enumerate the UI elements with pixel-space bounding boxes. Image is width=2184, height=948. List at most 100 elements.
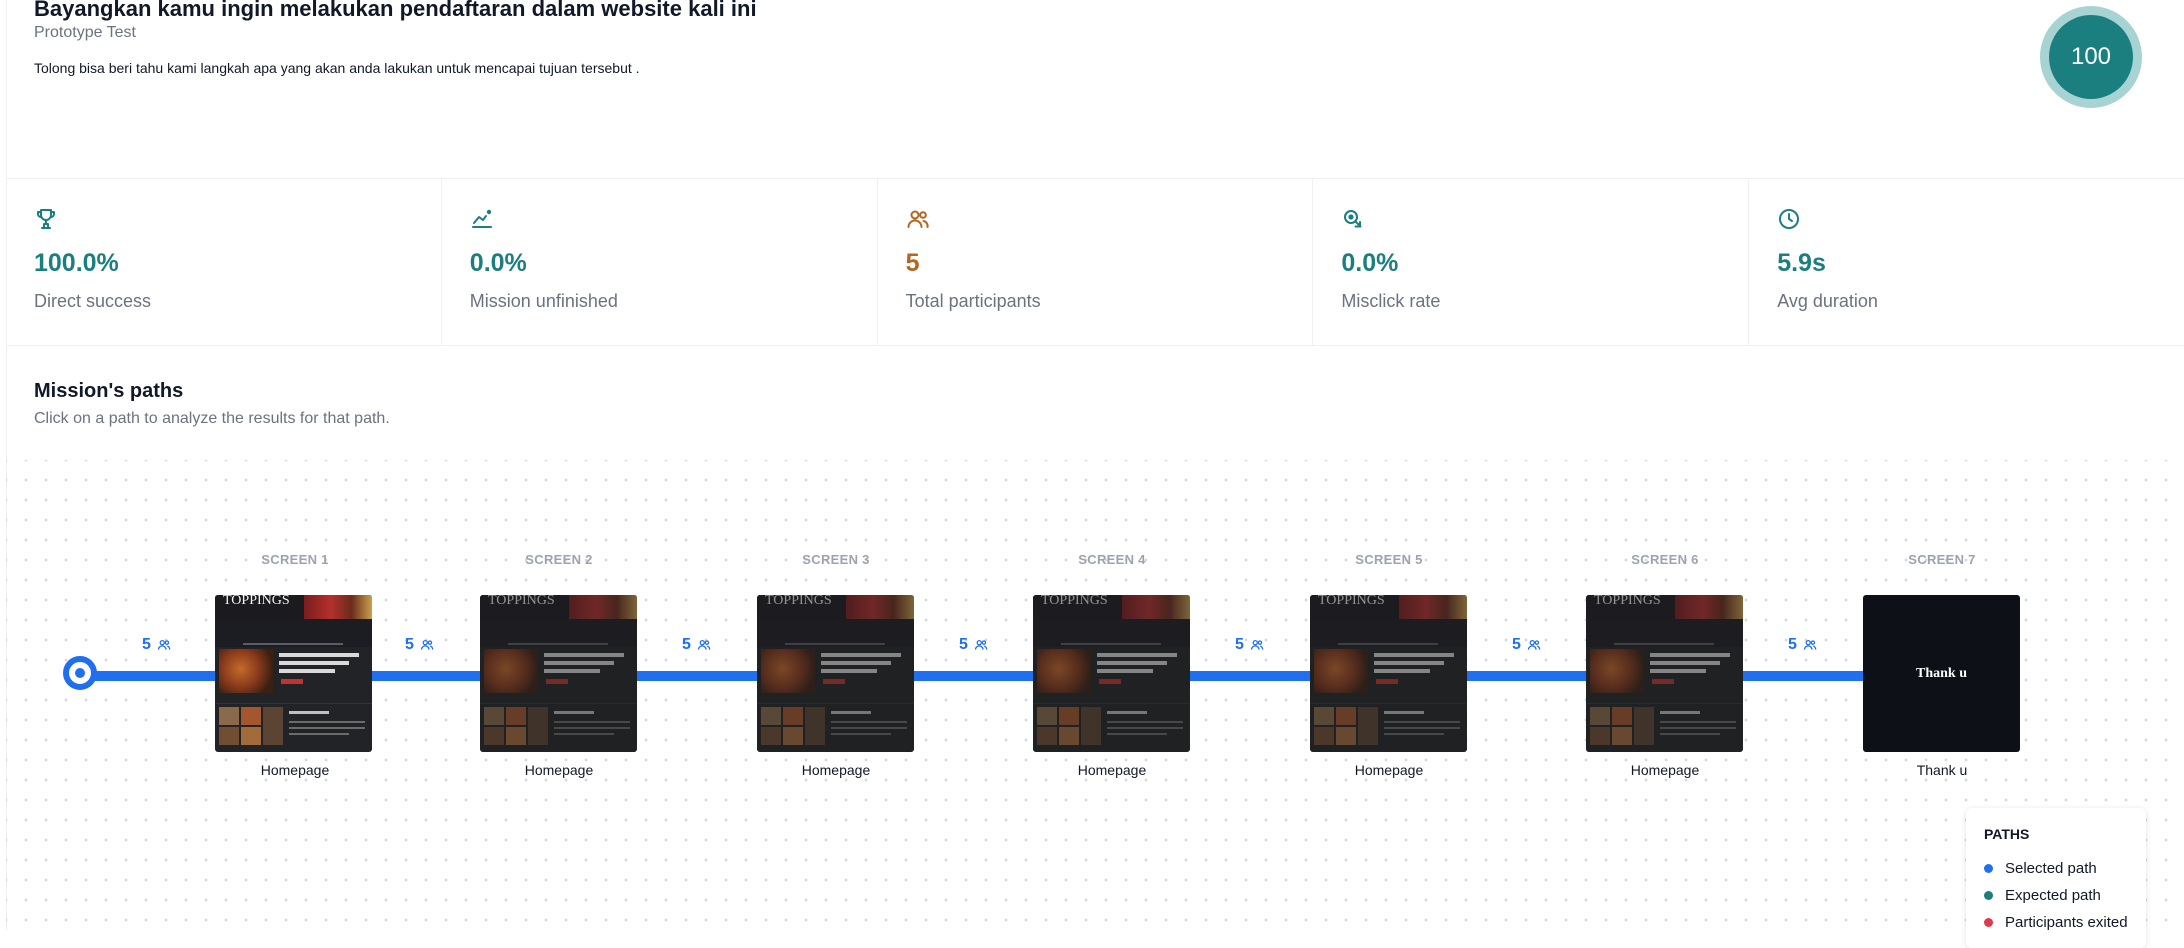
stat-value: 5 — [905, 249, 920, 277]
screen-thumbnail[interactable]: Thank u — [1863, 595, 2020, 752]
screen-thumbnail[interactable]: TOPPINGS — [1586, 595, 1743, 752]
edge-count[interactable]: 5 — [1512, 636, 1541, 654]
usability-score-value: 100 — [2049, 15, 2133, 99]
stat-label: Total participants — [905, 291, 1041, 311]
legend-item-participants-exited: Participants exited — [1984, 914, 2128, 931]
stat-label: Direct success — [34, 291, 152, 311]
thumb-text-line — [279, 669, 335, 673]
gallery-image — [241, 707, 261, 725]
screen-label: SCREEN 1 — [261, 552, 329, 567]
screen-label: SCREEN 2 — [525, 552, 593, 567]
edge-count[interactable]: 5 — [1235, 636, 1264, 654]
legend-label: Expected path — [2005, 887, 2101, 904]
mission-description: Tolong bisa beri tahu kami langkah apa y… — [34, 60, 640, 76]
stat-label: Avg duration — [1777, 291, 1878, 311]
screen-label: SCREEN 4 — [1078, 552, 1146, 567]
screen-thumbnail[interactable]: TOPPINGS — [215, 595, 372, 752]
legend-label: Selected path — [2005, 860, 2097, 877]
thumb-band-line — [243, 643, 343, 645]
screen-caption: Homepage — [260, 762, 330, 778]
screen-label: SCREEN 6 — [1631, 552, 1699, 567]
stat-value: 0.0% — [469, 249, 527, 277]
paths-title: Mission's paths — [34, 380, 184, 402]
screen-caption: Homepage — [1630, 762, 1700, 778]
legend-item-selected-path: Selected path — [1984, 860, 2097, 877]
legend-dot — [1984, 864, 1993, 873]
edge-count[interactable]: 5 — [682, 636, 711, 654]
edge-count-value: 5 — [405, 636, 414, 653]
screen-caption: Homepage — [801, 762, 871, 778]
screen-caption: Thank u — [1916, 762, 1968, 778]
edge-count[interactable]: 5 — [142, 636, 171, 654]
clock-icon — [1779, 209, 1800, 229]
mission-title: Bayangkan kamu ingin melakukan pendaftar… — [34, 0, 757, 21]
screen-caption: Homepage — [524, 762, 594, 778]
participants-icon — [420, 639, 434, 650]
trophy-icon — [37, 209, 55, 229]
edge-count[interactable]: 5 — [405, 636, 434, 654]
screen-thumbnail[interactable]: TOPPINGS — [757, 595, 914, 752]
legend-label: Participants exited — [2005, 914, 2128, 931]
start-dot — [75, 668, 85, 678]
screen-caption: Homepage — [1354, 762, 1424, 778]
paths-legend: PATHS Selected path Expected path Partic… — [1966, 808, 2146, 948]
thumb-overlay — [1310, 595, 1467, 752]
edge-count[interactable]: 5 — [959, 636, 988, 654]
screen-caption: Homepage — [1077, 762, 1147, 778]
thumb-overlay — [1586, 595, 1743, 752]
thumb-text-line — [289, 733, 349, 735]
stat-direct-success: 100.0% Direct success — [6, 179, 442, 345]
screen-thumbnail[interactable]: TOPPINGS — [1033, 595, 1190, 752]
thumb-text-line — [279, 653, 359, 657]
legend-item-expected-path: Expected path — [1984, 887, 2101, 904]
edge-count-value: 5 — [1788, 636, 1797, 653]
path-start-node[interactable] — [63, 656, 97, 690]
thumb-text-line — [289, 711, 329, 714]
participants-icon — [697, 639, 711, 650]
thumb-overlay — [480, 595, 637, 752]
participants-icon — [907, 210, 929, 228]
stat-label: Misclick rate — [1341, 291, 1441, 311]
participants-icon — [157, 639, 171, 650]
mission-subtitle: Prototype Test — [34, 24, 136, 41]
edge-count-value: 5 — [682, 636, 691, 653]
thumb-title: TOPPINGS — [223, 595, 290, 608]
screen-thumbnail[interactable]: TOPPINGS — [480, 595, 637, 752]
screen-label: SCREEN 5 — [1355, 552, 1423, 567]
screen-thumbnail[interactable]: TOPPINGS — [1310, 595, 1467, 752]
edge-count-value: 5 — [142, 636, 151, 653]
edge-count-value: 5 — [1235, 636, 1244, 653]
thumb-text-line — [289, 727, 365, 729]
stat-avg-duration: 5.9s Avg duration — [1749, 179, 2184, 345]
thumb-text-line — [279, 661, 349, 665]
participants-icon — [1803, 639, 1817, 650]
paths-subtitle: Click on a path to analyze the results f… — [34, 410, 390, 427]
gallery-image — [263, 707, 283, 745]
mission-header: Bayangkan kamu ingin melakukan pendaftar… — [34, 0, 2142, 150]
usability-score-badge: 100 — [2040, 6, 2142, 108]
stat-value: 0.0% — [1341, 249, 1399, 277]
thumb-text-line — [289, 721, 365, 723]
gallery-image — [219, 707, 239, 725]
unfinished-icon — [471, 209, 492, 228]
stat-total-participants: 5 Total participants — [878, 179, 1314, 345]
edge-count-value: 5 — [1512, 636, 1521, 653]
thumb-title: Thank u — [1916, 665, 1967, 681]
misclick-icon — [1344, 210, 1362, 228]
participants-icon — [1250, 639, 1264, 650]
stat-value: 100.0% — [34, 249, 119, 277]
screen-label: SCREEN 7 — [1908, 552, 1976, 567]
stats-row: 100.0% Direct success 0.0% Mission unfin… — [6, 178, 2184, 346]
stat-mission-unfinished: 0.0% Mission unfinished — [442, 179, 878, 345]
legend-dot — [1984, 891, 1993, 900]
gallery-image — [241, 727, 261, 745]
edge-count[interactable]: 5 — [1788, 636, 1817, 654]
edge-count-value: 5 — [959, 636, 968, 653]
thumb-overlay — [1033, 595, 1190, 752]
participants-icon — [974, 639, 988, 650]
participants-icon — [1527, 639, 1541, 650]
screen-label: SCREEN 3 — [802, 552, 870, 567]
thumb-separator — [215, 703, 372, 704]
thumb-overlay — [757, 595, 914, 752]
stat-label: Mission unfinished — [469, 291, 618, 311]
